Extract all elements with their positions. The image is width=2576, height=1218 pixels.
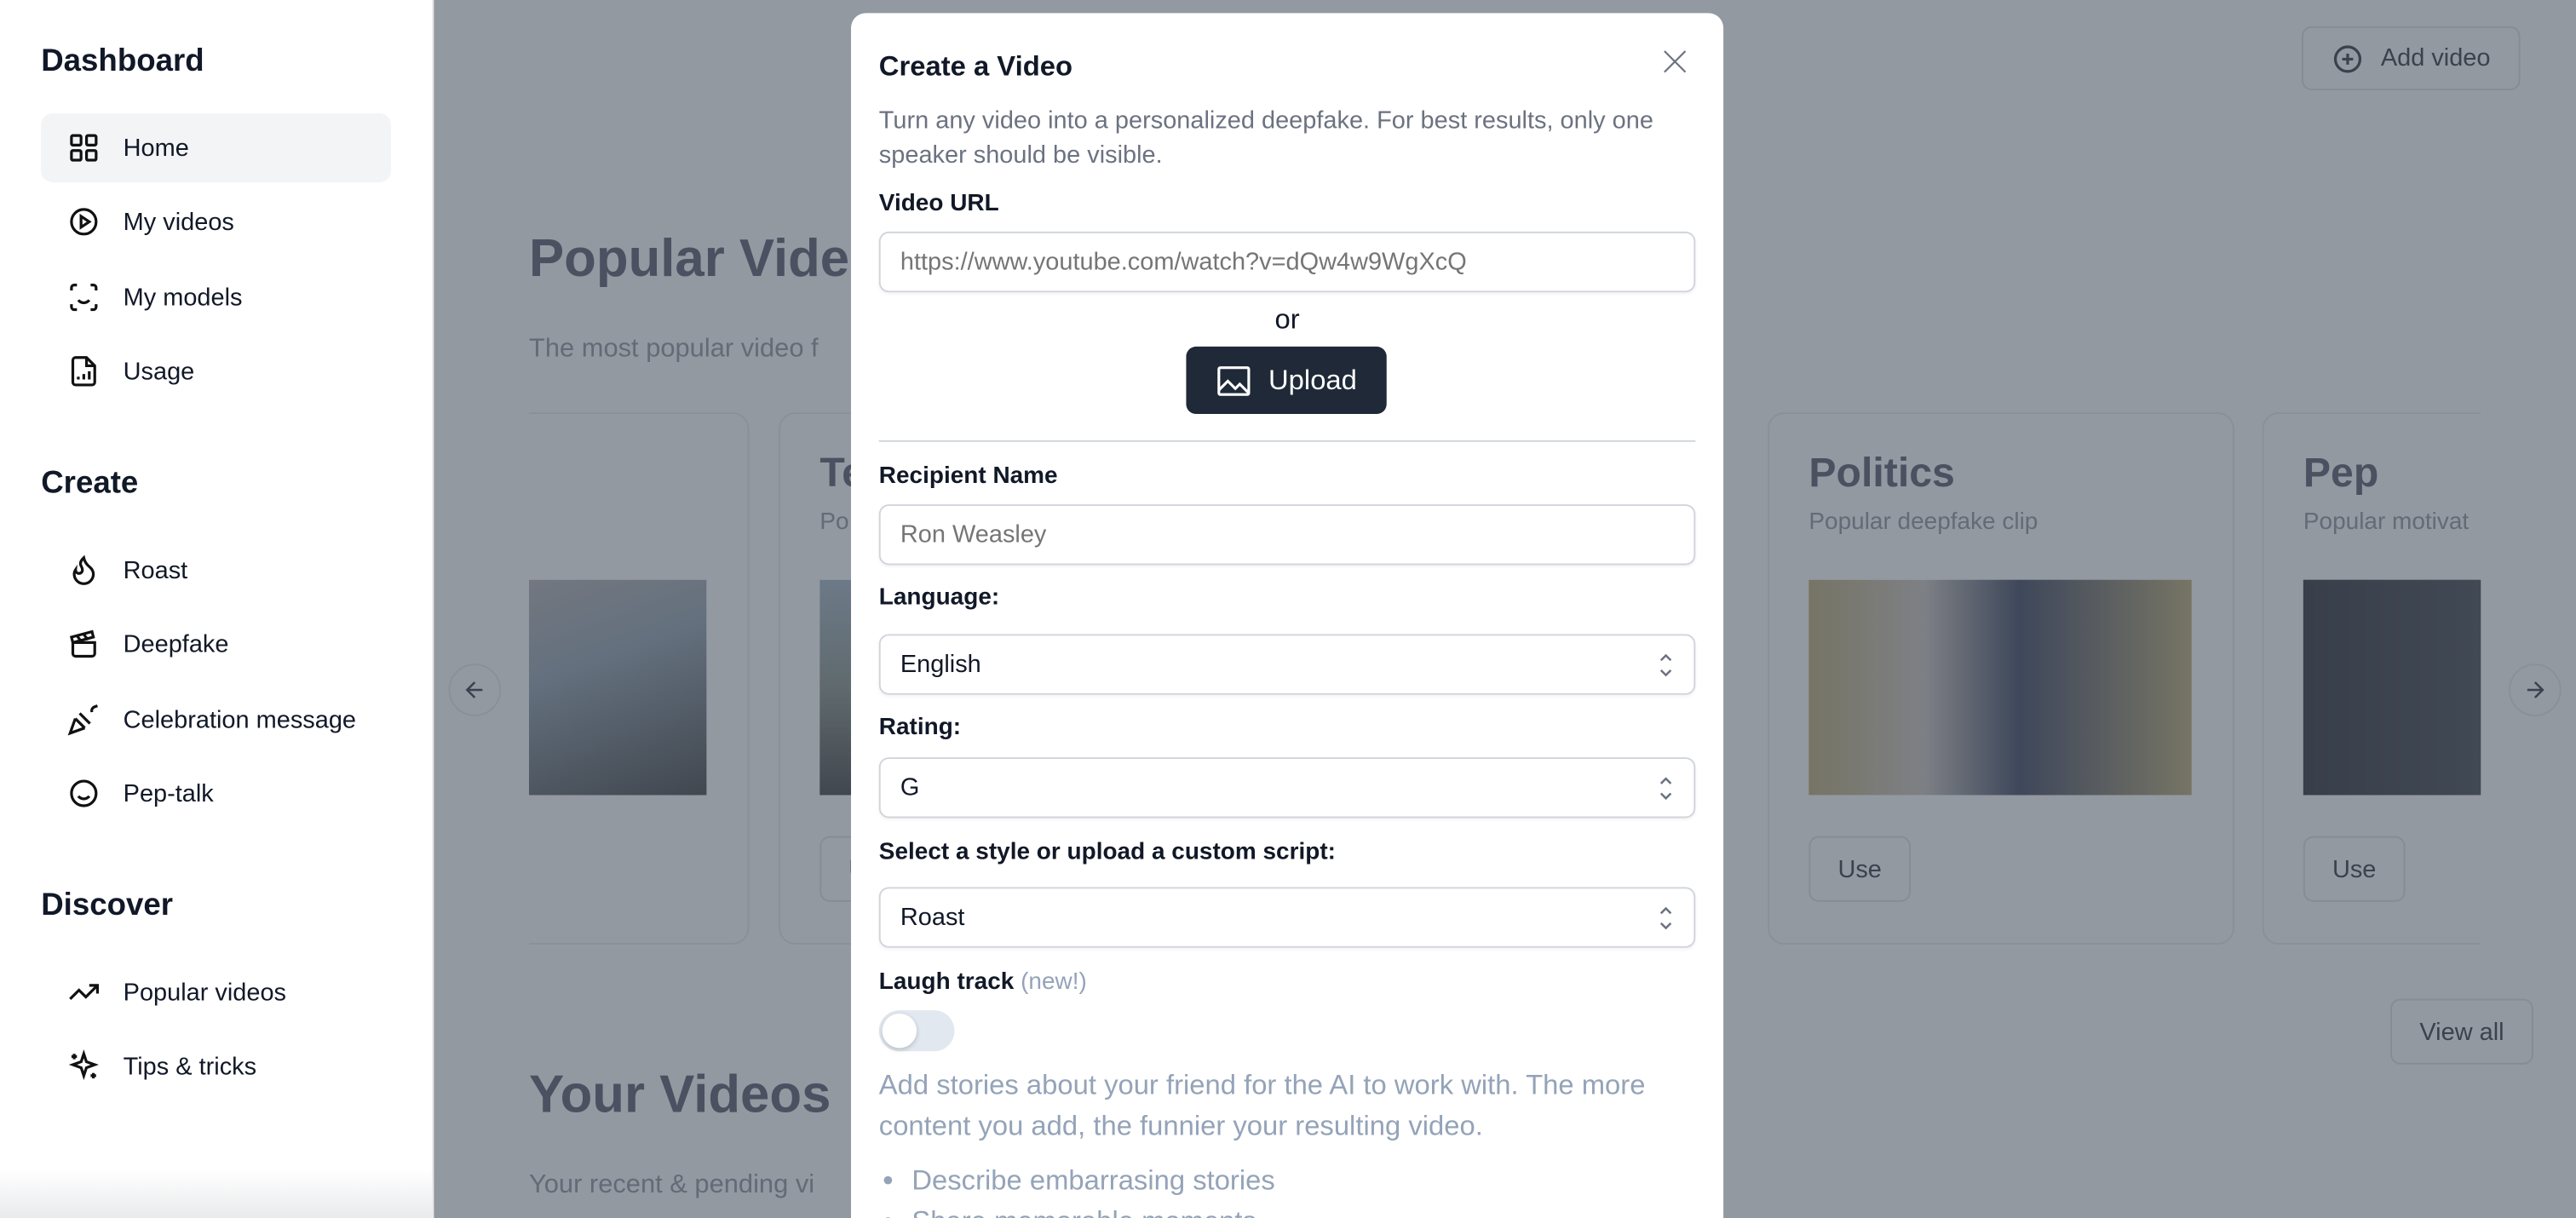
- arrow-left-icon: [465, 681, 483, 698]
- carousel-prev-button[interactable]: [448, 664, 502, 716]
- list-item: Share memorable moments: [911, 1201, 1700, 1218]
- sidebar-item-my-models[interactable]: My models: [41, 263, 391, 332]
- sidebar-item-label: Pep-talk: [123, 779, 214, 807]
- party-popper-icon: [67, 704, 98, 736]
- tips-list: Describe embarrasing stories Share memor…: [879, 1160, 1700, 1218]
- sidebar-item-label: My videos: [123, 207, 234, 236]
- video-url-input[interactable]: [878, 231, 1696, 293]
- upload-label: Upload: [1268, 364, 1357, 395]
- carousel-next-button[interactable]: [2508, 664, 2562, 716]
- play-circle-icon: [70, 208, 98, 236]
- rating-select[interactable]: G: [878, 757, 1696, 819]
- rating-value: G: [900, 773, 920, 802]
- style-select[interactable]: Roast: [878, 887, 1696, 948]
- sidebar-item-label: Home: [123, 134, 189, 162]
- sidebar-item-label: Tips & tricks: [123, 1052, 257, 1081]
- video-card: Politics Popular deepfake clip Use: [1768, 412, 2234, 945]
- stories-help-text: Add stories about your friend for the AI…: [878, 1069, 1646, 1142]
- rating-label: Rating:: [878, 714, 962, 741]
- card-subtitle: Po: [819, 508, 849, 536]
- chevron-up-down-icon: [1659, 906, 1672, 930]
- recipient-label: Recipient Name: [878, 462, 1058, 490]
- sidebar-item-popular-videos[interactable]: Popular videos: [41, 957, 391, 1026]
- use-button[interactable]: Use: [1808, 836, 1911, 902]
- sidebar-item-label: Usage: [123, 357, 195, 386]
- section-title: Dashboard: [41, 44, 204, 79]
- card-subtitle: Popular motivat: [2303, 508, 2470, 536]
- sidebar-fade: [0, 1169, 434, 1218]
- new-badge: (new!): [1021, 968, 1087, 996]
- chevron-up-down-icon: [1659, 653, 1672, 677]
- card-title: Pep: [2303, 450, 2379, 497]
- video-card: [529, 412, 750, 945]
- close-icon[interactable]: [1661, 48, 1689, 76]
- upload-button[interactable]: Upload: [1186, 346, 1387, 415]
- laugh-track-text: Laugh track: [878, 968, 1015, 996]
- face-scan-icon: [70, 284, 98, 312]
- file-chart-icon: [71, 356, 96, 387]
- section-title: Discover: [41, 888, 174, 923]
- toggle-knob: [882, 1013, 917, 1049]
- card-subtitle: Popular deepfake clip: [1808, 508, 2038, 536]
- video-url-label: Video URL: [878, 190, 999, 217]
- video-thumbnail[interactable]: [1808, 579, 2192, 796]
- your-videos-subtitle: Your recent & pending vi: [529, 1171, 815, 1199]
- divider: [878, 440, 1696, 442]
- list-item: Describe embarrasing stories: [911, 1160, 1700, 1201]
- your-videos-title: Your Videos: [529, 1064, 831, 1124]
- language-value: English: [900, 650, 981, 679]
- sidebar-item-label: Deepfake: [123, 629, 229, 658]
- language-select[interactable]: English: [878, 634, 1696, 695]
- recipient-name-input[interactable]: [878, 504, 1696, 566]
- create-video-modal: Create a Video Turn any video into a per…: [851, 13, 1724, 1218]
- sidebar-item-label: Roast: [123, 555, 188, 584]
- video-thumbnail[interactable]: [2303, 579, 2481, 796]
- grid-icon: [70, 134, 98, 162]
- card-title: Politics: [1808, 450, 1955, 497]
- sidebar-item-usage[interactable]: Usage: [41, 336, 391, 405]
- modal-description: Turn any video into a personalized deepf…: [878, 106, 1653, 169]
- plus-circle-icon: [2334, 44, 2362, 72]
- style-value: Roast: [900, 903, 965, 932]
- arrow-right-icon: [2527, 681, 2544, 698]
- sidebar-item-my-videos[interactable]: My videos: [41, 187, 391, 256]
- sidebar-item-label: Celebration message: [123, 705, 357, 734]
- flame-icon: [72, 554, 95, 585]
- sparkles-icon: [68, 1049, 99, 1081]
- video-thumbnail[interactable]: [529, 579, 707, 796]
- style-label: Select a style or upload a custom script…: [878, 839, 1336, 866]
- sidebar-item-tips[interactable]: Tips & tricks: [41, 1031, 391, 1100]
- sidebar-item-home[interactable]: Home: [41, 113, 392, 183]
- sidebar-item-deepfake[interactable]: Deepfake: [41, 610, 391, 679]
- sidebar-item-label: Popular videos: [123, 978, 287, 1007]
- use-button[interactable]: Use: [2303, 836, 2406, 902]
- or-divider-text: or: [1274, 303, 1300, 336]
- language-label: Language:: [878, 584, 1000, 612]
- laugh-track-toggle[interactable]: [878, 1010, 955, 1052]
- section-title: Create: [41, 466, 139, 502]
- smile-icon: [70, 779, 98, 807]
- sidebar-item-label: My models: [123, 283, 243, 312]
- sidebar-item-pep-talk[interactable]: Pep-talk: [41, 759, 391, 828]
- add-video-button[interactable]: Add video: [2301, 26, 2521, 91]
- sidebar-item-celebration[interactable]: Celebration message: [41, 685, 391, 754]
- video-card: Pep Popular motivat Use: [2262, 412, 2481, 945]
- modal-title: Create a Video: [878, 50, 1072, 83]
- sidebar: Dashboard Home My videos My models Usage…: [0, 0, 434, 1218]
- laugh-track-label: Laugh track (new!): [879, 969, 1087, 996]
- view-all-button[interactable]: View all: [2390, 998, 2533, 1065]
- add-video-label: Add video: [2380, 44, 2491, 72]
- popular-subtitle: The most popular video f: [529, 335, 819, 364]
- sidebar-item-roast[interactable]: Roast: [41, 536, 391, 605]
- chevron-up-down-icon: [1659, 777, 1672, 801]
- trending-up-icon: [69, 984, 100, 1001]
- clapperboard-icon: [69, 629, 96, 658]
- image-icon: [1217, 365, 1251, 395]
